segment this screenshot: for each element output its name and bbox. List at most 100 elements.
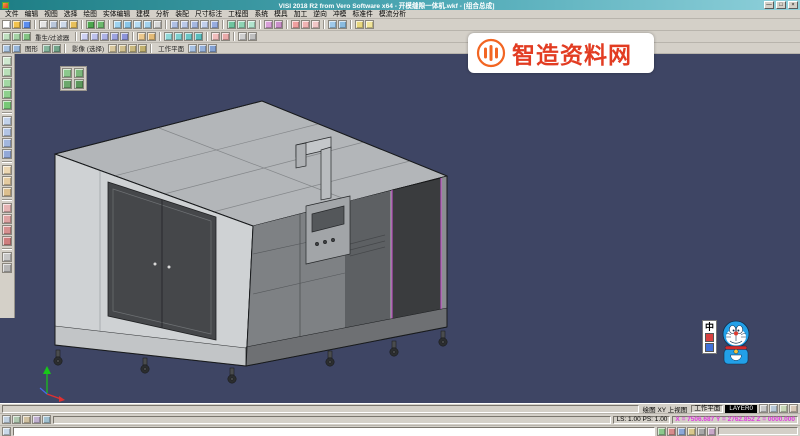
status-grid-icon[interactable] xyxy=(759,404,768,413)
dock-rotate-icon[interactable] xyxy=(2,214,12,224)
graphics-tool-1-icon[interactable] xyxy=(2,44,11,53)
menu-item-9[interactable]: 尺寸标注 xyxy=(192,10,225,19)
filter-arcs-icon[interactable] xyxy=(100,32,109,41)
status-snap-icon[interactable] xyxy=(769,404,778,413)
mask-none-icon[interactable] xyxy=(147,32,156,41)
layer-manager-icon[interactable] xyxy=(264,20,273,29)
calculator-icon[interactable] xyxy=(355,20,364,29)
status-lock-icon[interactable] xyxy=(789,404,798,413)
ime-blue-icon[interactable] xyxy=(705,343,714,352)
menu-item-2[interactable]: 视图 xyxy=(41,10,61,19)
maximize-button[interactable]: □ xyxy=(776,1,786,9)
graphics-tool-2-icon[interactable] xyxy=(12,44,21,53)
dock-shell-icon[interactable] xyxy=(2,149,12,159)
menu-item-16[interactable]: 标准件 xyxy=(349,10,375,19)
view-top-icon[interactable] xyxy=(180,20,189,29)
new-file-icon[interactable] xyxy=(2,20,11,29)
help-icon[interactable] xyxy=(365,20,374,29)
dock-revolve-icon[interactable] xyxy=(2,127,12,137)
menu-item-6[interactable]: 建模 xyxy=(133,10,153,19)
attribute-manager-icon[interactable] xyxy=(274,20,283,29)
zoom-out-icon[interactable] xyxy=(143,20,152,29)
select-all-icon[interactable] xyxy=(138,44,147,53)
filter-points-icon[interactable] xyxy=(80,32,89,41)
menu-item-11[interactable]: 系统 xyxy=(252,10,272,19)
cmd-option4-icon[interactable] xyxy=(707,427,716,436)
ungroup-icon[interactable] xyxy=(248,32,257,41)
ime-chip[interactable]: 中 xyxy=(702,320,717,354)
status-snap-toggle-icon[interactable] xyxy=(12,415,21,424)
dock-point-icon[interactable] xyxy=(2,67,12,77)
mini-pan-view-icon[interactable] xyxy=(74,68,84,78)
print-icon[interactable] xyxy=(39,20,48,29)
menu-item-17[interactable]: 模流分析 xyxy=(376,10,409,19)
dock-delete-icon[interactable] xyxy=(2,252,12,262)
zoom-window-icon[interactable] xyxy=(113,20,122,29)
cmd-option1-icon[interactable] xyxy=(677,427,686,436)
snap-center-icon[interactable] xyxy=(184,32,193,41)
wcs-icon[interactable] xyxy=(211,32,220,41)
status-select-icon[interactable] xyxy=(2,415,11,424)
workplane-xy-icon[interactable] xyxy=(188,44,197,53)
mask-all-icon[interactable] xyxy=(137,32,146,41)
viewport[interactable]: 中 xyxy=(0,54,800,403)
cmd-option2-icon[interactable] xyxy=(687,427,696,436)
filter-surfaces-icon[interactable] xyxy=(110,32,119,41)
cmd-ok-icon[interactable] xyxy=(657,427,666,436)
paste-icon[interactable] xyxy=(69,20,78,29)
workplane-indicator[interactable]: 工作平面 xyxy=(691,405,723,413)
status-ortho-icon[interactable] xyxy=(779,404,788,413)
select-chain-icon[interactable] xyxy=(118,44,127,53)
copy-icon[interactable] xyxy=(59,20,68,29)
snap-intersection-icon[interactable] xyxy=(194,32,203,41)
minimize-button[interactable]: — xyxy=(764,1,774,9)
pan-icon[interactable] xyxy=(153,20,162,29)
mini-rotate-view-icon[interactable] xyxy=(62,68,72,78)
menu-item-0[interactable]: 文件 xyxy=(2,10,22,19)
arc-tool-icon[interactable] xyxy=(311,20,320,29)
mini-fit-view-icon[interactable] xyxy=(74,79,84,89)
dock-fillet-icon[interactable] xyxy=(2,176,12,186)
close-button[interactable]: × xyxy=(788,1,798,9)
snap-end-icon[interactable] xyxy=(164,32,173,41)
status-view-icon[interactable] xyxy=(42,415,51,424)
dock-select-icon[interactable] xyxy=(2,56,12,66)
view-side-icon[interactable] xyxy=(200,20,209,29)
select-single-icon[interactable] xyxy=(108,44,117,53)
menu-item-1[interactable]: 编辑 xyxy=(22,10,42,19)
group-icon[interactable] xyxy=(238,32,247,41)
save-file-icon[interactable] xyxy=(22,20,31,29)
dock-mirror-icon[interactable] xyxy=(2,225,12,235)
menu-item-10[interactable]: 工程图 xyxy=(225,10,251,19)
zoom-all-icon[interactable] xyxy=(123,20,132,29)
menu-item-8[interactable]: 装配 xyxy=(172,10,192,19)
dock-boolean-icon[interactable] xyxy=(2,165,12,175)
point-tool-icon[interactable] xyxy=(291,20,300,29)
status-grid-toggle-icon[interactable] xyxy=(22,415,31,424)
filter-solids-icon[interactable] xyxy=(120,32,129,41)
snap-mid-icon[interactable] xyxy=(174,32,183,41)
dock-chamfer-icon[interactable] xyxy=(2,187,12,197)
status-layer-icon[interactable] xyxy=(32,415,41,424)
dock-arc-icon[interactable] xyxy=(2,89,12,99)
cut-icon[interactable] xyxy=(49,20,58,29)
layer-indicator[interactable]: LAYER0 xyxy=(725,405,757,413)
selection-filter-icon[interactable] xyxy=(2,32,11,41)
dock-curve-icon[interactable] xyxy=(2,100,12,110)
workplane-view-icon[interactable] xyxy=(208,44,217,53)
dimension-icon[interactable] xyxy=(338,20,347,29)
view-iso-icon[interactable] xyxy=(170,20,179,29)
selection-mode-icon[interactable] xyxy=(12,32,21,41)
view-front-icon[interactable] xyxy=(190,20,199,29)
measure-icon[interactable] xyxy=(328,20,337,29)
workplane-3point-icon[interactable] xyxy=(198,44,207,53)
shading-icon[interactable] xyxy=(42,44,51,53)
menu-item-15[interactable]: 冲模 xyxy=(330,10,350,19)
dock-scale-icon[interactable] xyxy=(2,236,12,246)
shaded-view-icon[interactable] xyxy=(227,20,236,29)
cmd-option3-icon[interactable] xyxy=(697,427,706,436)
dock-sweep-icon[interactable] xyxy=(2,138,12,148)
regen-icon[interactable] xyxy=(22,32,31,41)
command-mode-icon[interactable] xyxy=(2,427,11,436)
menu-item-5[interactable]: 实体编辑 xyxy=(100,10,133,19)
